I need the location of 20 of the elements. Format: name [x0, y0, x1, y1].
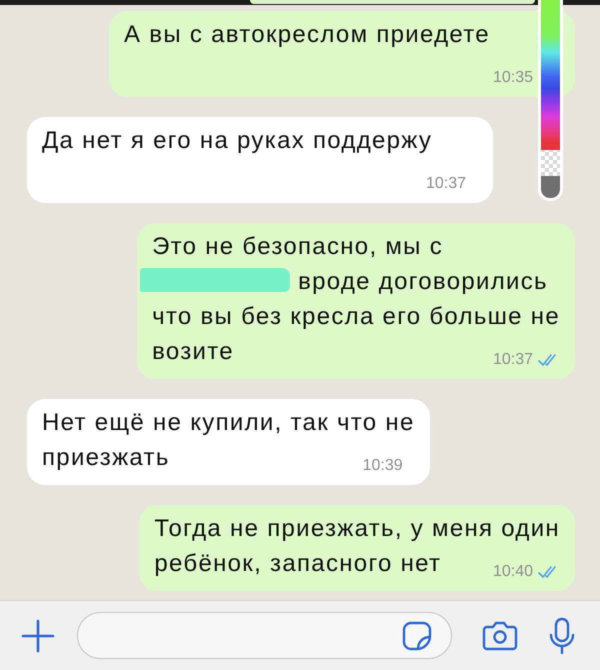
plus-icon[interactable] — [21, 618, 55, 652]
message-text: что вы без кресла его больше не — [152, 303, 560, 330]
message-text: вроде договорились — [298, 268, 548, 295]
message-text: Тогда не приезжать, у меня один — [154, 515, 560, 542]
sticker-icon[interactable] — [402, 620, 432, 650]
message-input[interactable] — [77, 612, 452, 659]
message-text: приезжать — [42, 444, 170, 471]
camera-icon[interactable] — [482, 620, 518, 650]
message-text: Это не безопасно, мы с — [152, 233, 443, 260]
message-text: Нет ещё не купили, так что не — [42, 409, 415, 436]
message-time: 10:37 — [426, 174, 466, 194]
message-time: 10:39 — [362, 456, 403, 476]
message-time: 10:35 — [492, 68, 533, 88]
message-text: ребёнок, запасного нет — [154, 550, 442, 577]
message-time: 10:37 — [492, 350, 533, 370]
message-text: Да нет я его на руках поддержу — [42, 127, 432, 154]
message-text: А вы с автокреслом приедете — [124, 21, 490, 48]
message-time: 10:40 — [492, 562, 533, 582]
message-text: возите — [152, 338, 234, 365]
microphone-icon[interactable] — [548, 616, 576, 654]
